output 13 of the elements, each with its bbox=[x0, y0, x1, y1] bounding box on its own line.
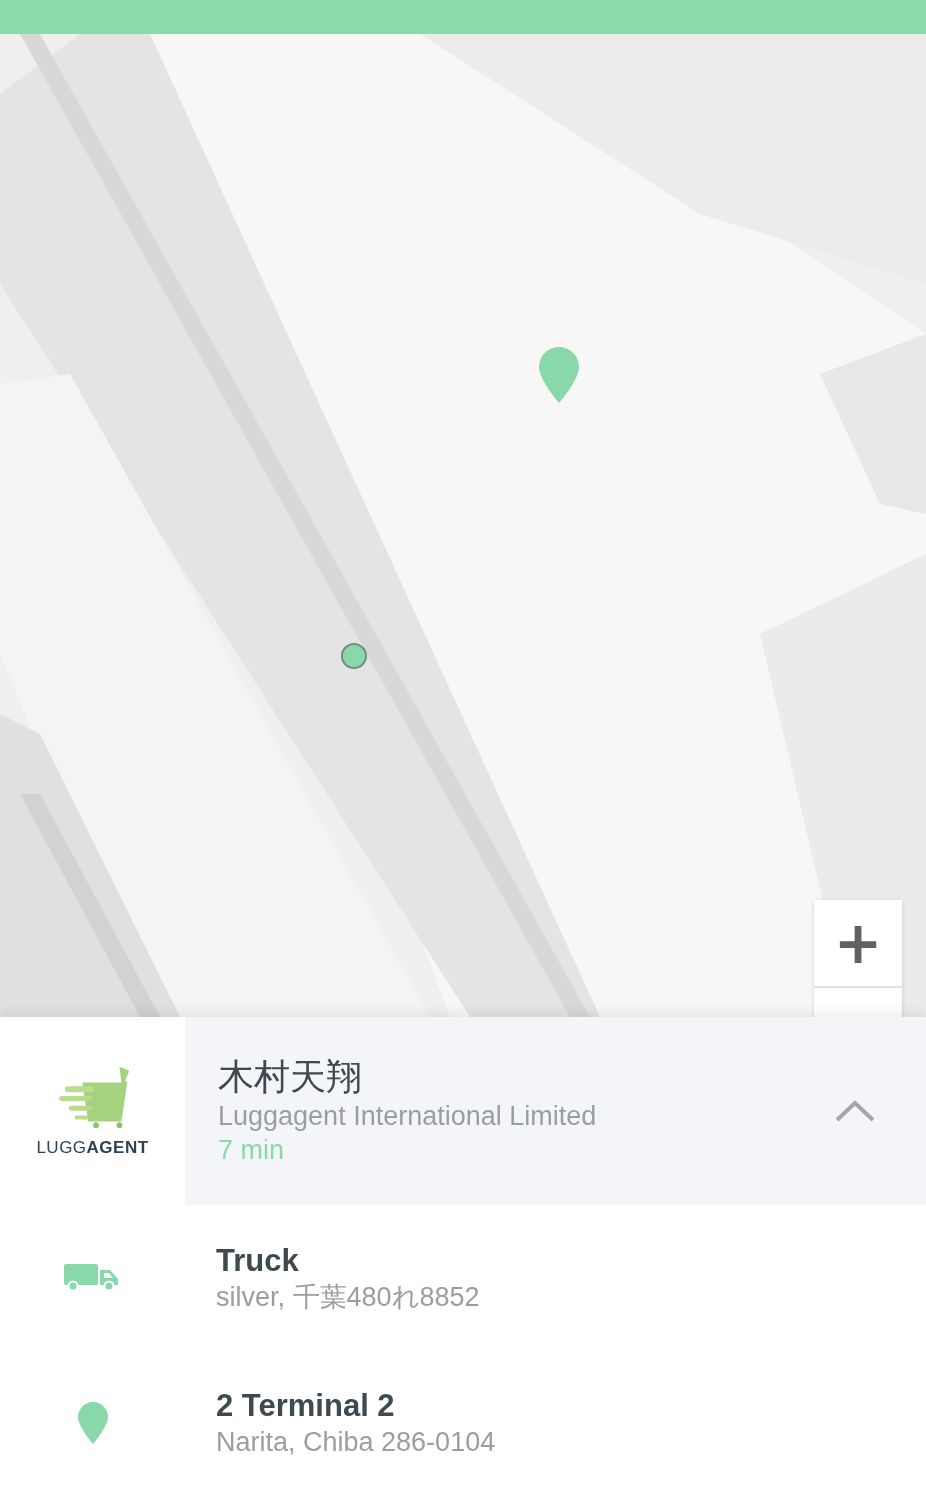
company-name: Luggagent International Limited bbox=[218, 1100, 598, 1133]
vehicle-details: silver, 千葉480れ8852 bbox=[216, 1280, 480, 1314]
map-pin-icon bbox=[539, 347, 579, 403]
chevron-up-icon[interactable] bbox=[834, 1099, 876, 1123]
driver-name: 木村天翔 bbox=[218, 1055, 363, 1099]
eta-time: 7 min bbox=[218, 1134, 286, 1167]
address-city: Narita, Chiba 286-0104 bbox=[216, 1425, 496, 1459]
map-pin-icon bbox=[77, 1401, 108, 1444]
zoom-in-button[interactable]: + bbox=[814, 900, 902, 988]
logo-wordmark: LUGGAGENT bbox=[36, 1138, 149, 1158]
vehicle-type: Truck bbox=[216, 1241, 300, 1280]
truck-icon bbox=[63, 1263, 120, 1292]
address-line: 2 Terminal 2 bbox=[216, 1386, 396, 1425]
